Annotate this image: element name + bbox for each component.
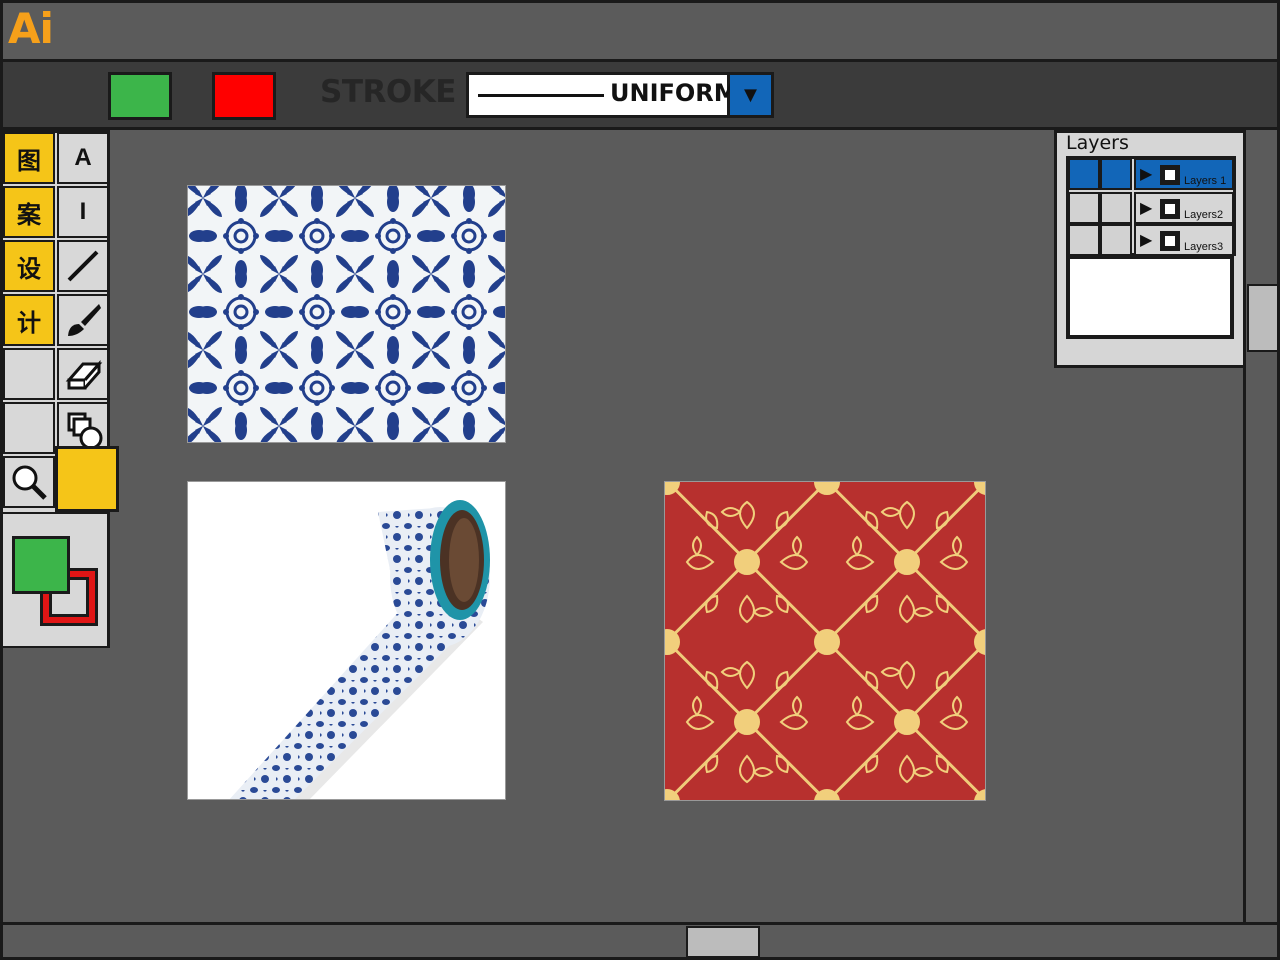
layer-thumbnail (1160, 231, 1180, 251)
expand-arrow-icon[interactable]: ▶ (1140, 230, 1152, 250)
blue-floral-pattern-artwork[interactable] (187, 185, 506, 443)
tool-title-char-4[interactable]: 计 (3, 294, 55, 346)
tool-title-char-1[interactable]: 图 (3, 132, 55, 184)
vertical-scroll-thumb[interactable] (1247, 284, 1279, 352)
app-logo: Ai (8, 4, 54, 53)
line-icon (67, 250, 99, 282)
layer-lock-toggle[interactable] (1100, 224, 1132, 256)
red-gold-pattern-artwork[interactable] (664, 481, 986, 801)
fill-swatch[interactable] (12, 536, 70, 594)
magnifier-icon (12, 465, 47, 500)
empty-tool-slot[interactable] (3, 348, 55, 400)
title-bar (0, 0, 1280, 62)
eraser-icon (65, 360, 103, 390)
paintbrush-tool[interactable] (57, 294, 109, 346)
tool-title-char-3[interactable]: 设 (3, 240, 55, 292)
vertical-type-tool[interactable]: I (57, 186, 109, 238)
layer-name: Layers2 (1184, 209, 1224, 221)
stroke-label: STROKE (320, 74, 456, 110)
expand-arrow-icon[interactable]: ▶ (1140, 164, 1152, 184)
fill-color-swatch[interactable] (108, 72, 172, 120)
layer-lock-toggle[interactable] (1100, 158, 1132, 190)
dropdown-arrow-icon[interactable]: ▼ (730, 75, 771, 115)
horizontal-scroll-thumb[interactable] (686, 926, 760, 958)
tool-title-char-2[interactable]: 案 (3, 186, 55, 238)
horizontal-scrollbar[interactable] (0, 922, 1280, 960)
vertical-scrollbar[interactable] (1243, 130, 1280, 922)
layer-thumbnail (1160, 165, 1180, 185)
layer-visibility-toggle[interactable] (1068, 224, 1100, 256)
eraser-tool[interactable] (57, 348, 109, 400)
shape-builder-icon (67, 412, 103, 448)
empty-tool-slot[interactable] (3, 402, 55, 454)
layer-row-2[interactable]: ▶ Layers2 (1134, 192, 1234, 224)
layer-row-1[interactable]: ▶ Layers 1 (1134, 158, 1234, 190)
washi-tape-mockup-artwork[interactable] (187, 481, 506, 800)
layer-name: Layers3 (1184, 241, 1224, 253)
layer-thumbnail (1160, 199, 1180, 219)
layer-lock-toggle[interactable] (1100, 192, 1132, 224)
stroke-color-swatch[interactable] (212, 72, 276, 120)
line-tool[interactable] (57, 240, 109, 292)
accent-color-tile[interactable] (55, 446, 119, 512)
paintbrush-icon (68, 304, 101, 336)
layers-empty-area (1066, 255, 1234, 339)
layer-visibility-toggle[interactable] (1068, 158, 1100, 190)
layer-visibility-toggle[interactable] (1068, 192, 1100, 224)
layer-row-3[interactable]: ▶ Layers3 (1134, 224, 1234, 256)
stroke-preview-line (478, 94, 604, 97)
type-tool[interactable]: A (57, 132, 109, 184)
zoom-tool[interactable] (3, 456, 55, 508)
expand-arrow-icon[interactable]: ▶ (1140, 198, 1152, 218)
layers-panel-title: Layers (1066, 132, 1129, 154)
stroke-profile-value: UNIFORM (610, 79, 738, 107)
layer-name: Layers 1 (1184, 175, 1227, 187)
